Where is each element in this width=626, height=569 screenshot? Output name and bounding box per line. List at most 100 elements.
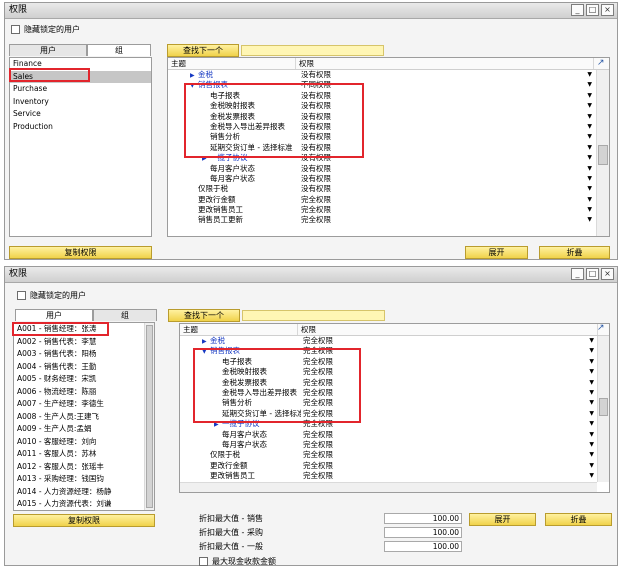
checkbox-box[interactable] [11,25,20,34]
dropdown-arrow-icon[interactable]: ▼ [587,153,592,163]
permission-tree[interactable]: 主题 权限 ▶ 金税 没有权限 ▼ ▼ 销售报表 不同权限 ▼ 电子报表 没有权限 ▼ 金税映射报表没… [167,57,610,237]
tree-row-permission[interactable]: 没有权限 [301,112,331,121]
copy-permissions-button[interactable]: 复制权限 [13,514,155,527]
list-item[interactable]: A015 - 人力资源代表：刘谦 [14,498,154,510]
tree-row-permission[interactable]: 完全权限 [301,205,331,214]
tree-row[interactable]: 每月客户状态 没有权限 ▼ [168,174,609,184]
tree-row-permission[interactable]: 完全权限 [303,409,333,418]
list-item[interactable]: A005 - 财务经理：宋凯 [14,373,154,386]
find-input[interactable] [242,310,385,321]
tree-row[interactable]: 金税映射报表 完全权限 ▼ [180,367,609,377]
collapse-button[interactable]: 折叠 [539,246,610,259]
list-item[interactable]: A011 - 客服人员：苏林 [14,448,154,461]
dropdown-arrow-icon[interactable]: ▼ [587,122,592,132]
collapse-button[interactable]: 折叠 [545,513,612,526]
tree-row[interactable]: 电子报表 没有权限 ▼ [168,91,609,101]
list-item[interactable]: Purchase [10,83,151,96]
hide-locked-users-checkbox[interactable]: 隐藏锁定的用户 [17,290,86,301]
maximize-icon[interactable]: □ [586,268,599,280]
collapse-triangle-icon[interactable]: ▼ [202,347,210,356]
list-item-selected[interactable]: Sales [10,70,151,83]
tree-row-permission[interactable]: 完全权限 [303,357,333,366]
hide-locked-users-checkbox[interactable]: 隐藏锁定的用户 [11,24,80,35]
tree-row[interactable]: 每月客户状态 完全权限 ▼ [180,430,609,440]
tree-row[interactable]: 电子报表 完全权限 ▼ [180,357,609,367]
tree-row-permission[interactable]: 完全权限 [303,450,333,459]
tree-row-permission[interactable]: 完全权限 [303,471,333,480]
dropdown-arrow-icon[interactable]: ▼ [589,398,594,408]
tree-row-permission[interactable]: 没有权限 [301,164,331,173]
tree-row[interactable]: 更改销售员工 完全权限 ▼ [180,471,609,481]
list-item[interactable]: A004 - 销售代表：王勤 [14,361,154,374]
tree-row-permission[interactable]: 完全权限 [303,388,333,397]
discount-input[interactable]: 100.00 [384,527,462,538]
list-item[interactable]: A010 - 客服经理：刘向 [14,436,154,449]
tree-row-permission[interactable]: 没有权限 [301,70,331,79]
tree-row[interactable]: 金税导入导出差异报表 没有权限 ▼ [168,122,609,132]
tab-users[interactable]: 用户 [15,309,93,321]
tree-row-permission[interactable]: 没有权限 [301,174,331,183]
copy-permissions-button[interactable]: 复制权限 [9,246,152,259]
user-list[interactable]: A001 - 销售经理：张涛 A002 - 销售代表：李慧 A003 - 销售代表：… [13,322,155,511]
tree-row[interactable]: 金税导入导出差异报表 完全权限 ▼ [180,388,609,398]
tree-row[interactable]: ▶ 一揽子协议 没有权限 ▼ [168,153,609,163]
tree-row[interactable]: 更改行金额 完全权限 ▼ [180,461,609,471]
dropdown-arrow-icon[interactable]: ▼ [589,346,594,356]
list-item[interactable]: A006 - 物流经理：陈丽 [14,386,154,399]
tree-row[interactable]: ▶ 金税 没有权限 ▼ [168,70,609,80]
max-cash-checkbox[interactable]: 最大现金收款金额 [199,556,276,567]
tree-row-permission[interactable]: 完全权限 [303,336,333,345]
tree-row[interactable]: 仅限于税 没有权限 ▼ [168,184,609,194]
close-icon[interactable]: × [601,268,614,280]
expand-triangle-icon[interactable]: ▶ [202,154,210,163]
permission-tree[interactable]: 主题 权限 ▶ 金税 完全权限 ▼ ▼ 销售报表 完全权限 ▼ 电子报表 完全权限 ▼ 金税映射报表完… [179,323,610,493]
tree-row[interactable]: 每月客户状态 完全权限 ▼ [180,440,609,450]
tree-row-permission[interactable]: 没有权限 [301,132,331,141]
expand-button[interactable]: 展开 [465,246,528,259]
tree-row[interactable]: 金税发票报表 完全权限 ▼ [180,378,609,388]
dropdown-arrow-icon[interactable]: ▼ [589,367,594,377]
dropdown-arrow-icon[interactable]: ▼ [587,132,592,142]
dropdown-arrow-icon[interactable]: ▼ [587,80,592,90]
tree-row-permission[interactable]: 完全权限 [303,419,333,428]
tree-row-permission[interactable]: 没有权限 [301,91,331,100]
list-item[interactable]: A008 - 生产人员:王建飞 [14,411,154,424]
scroll-thumb[interactable] [146,325,153,508]
vertical-scrollbar[interactable] [144,323,154,510]
dropdown-arrow-icon[interactable]: ▼ [587,174,592,184]
collapse-triangle-icon[interactable]: ▼ [190,81,198,90]
tab-groups[interactable]: 组 [93,309,157,321]
list-item[interactable]: A013 - 采购经理：钱国钧 [14,473,154,486]
list-item[interactable]: A003 - 销售代表：阳杨 [14,348,154,361]
list-item[interactable]: A012 - 客服人员：张瑶丰 [14,461,154,474]
tree-row[interactable]: ▶ 一揽子协议 完全权限 ▼ [180,419,609,429]
list-item[interactable]: A002 - 销售代表：李慧 [14,336,154,349]
tree-row[interactable]: ▼ 销售报表 不同权限 ▼ [168,80,609,90]
vertical-scrollbar[interactable] [597,336,609,482]
dropdown-arrow-icon[interactable]: ▼ [589,450,594,460]
list-item[interactable]: Inventory [10,96,151,109]
tree-row-permission[interactable]: 完全权限 [303,461,333,470]
tree-row-permission[interactable]: 完全权限 [303,430,333,439]
tree-row-permission[interactable]: 没有权限 [301,143,331,152]
tree-row-permission[interactable]: 没有权限 [301,184,331,193]
column-header-permission[interactable]: 权限 [296,58,594,69]
discount-input[interactable]: 100.00 [384,541,462,552]
tree-row[interactable]: ▶ 金税 完全权限 ▼ [180,336,609,346]
tree-row[interactable]: 延期交货订单 - 选择标准 完全权限 ▼ [180,409,609,419]
tree-row-permission[interactable]: 没有权限 [301,122,331,131]
dropdown-arrow-icon[interactable]: ▼ [587,205,592,215]
dropdown-arrow-icon[interactable]: ▼ [587,215,592,225]
minimize-icon[interactable]: _ [571,268,584,280]
column-header-permission[interactable]: 权限 [298,324,598,335]
discount-input[interactable]: 100.00 [384,513,462,524]
maximize-icon[interactable]: □ [586,4,599,16]
tree-row-permission[interactable]: 没有权限 [301,101,331,110]
list-item[interactable]: A014 - 人力资源经理：杨静 [14,486,154,499]
tree-row-permission[interactable]: 完全权限 [303,440,333,449]
expand-arrow-icon[interactable]: ↗ [597,323,605,333]
dropdown-arrow-icon[interactable]: ▼ [589,430,594,440]
expand-button[interactable]: 展开 [469,513,536,526]
vertical-scrollbar[interactable] [596,70,609,236]
tree-row[interactable]: 延期交货订单 - 选择标准 没有权限 ▼ [168,143,609,153]
